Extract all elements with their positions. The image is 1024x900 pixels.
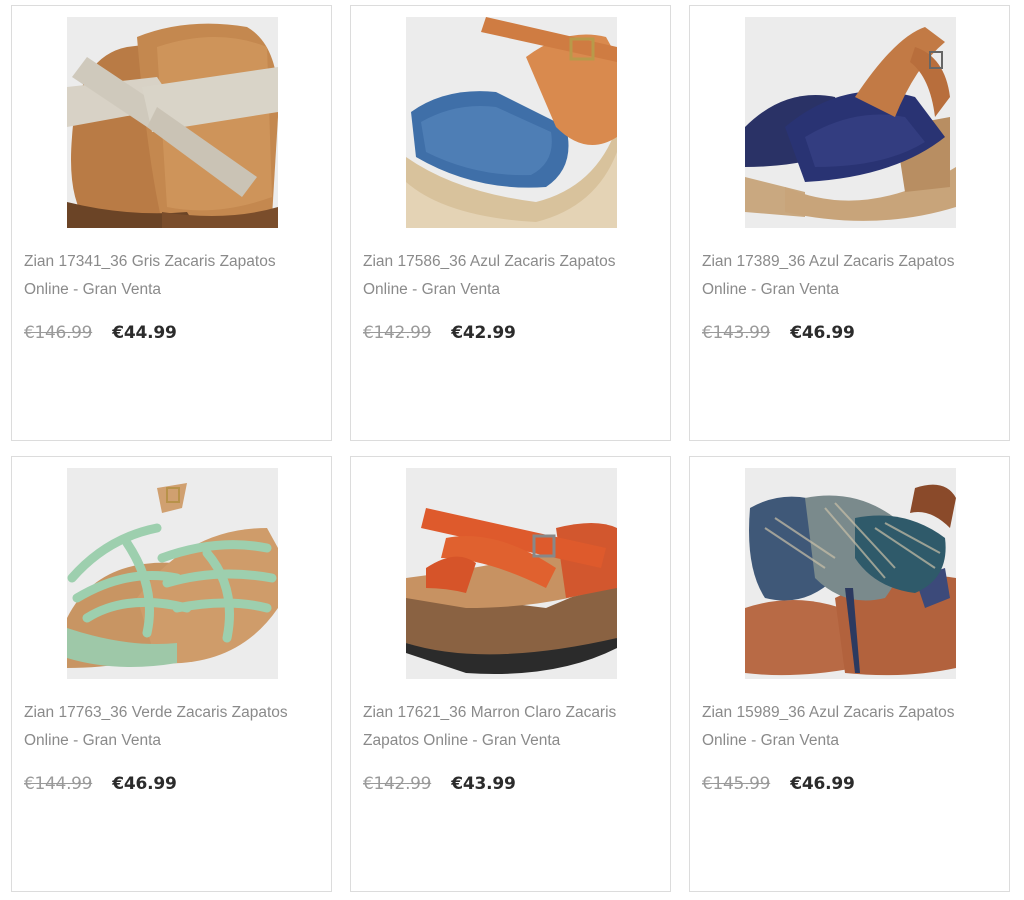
product-card[interactable]: Zian 15989_36 Azul Zacaris Zapatos Onlin… xyxy=(689,456,1010,892)
price-block: €144.99 €46.99 xyxy=(24,774,177,794)
price-block: €145.99 €46.99 xyxy=(702,774,855,794)
price-block: €143.99 €46.99 xyxy=(702,323,855,343)
product-title[interactable]: Zian 17389_36 Azul Zacaris Zapatos Onlin… xyxy=(702,248,1002,304)
product-title[interactable]: Zian 17586_36 Azul Zacaris Zapatos Onlin… xyxy=(363,248,663,304)
old-price: €144.99 xyxy=(24,774,93,794)
product-title-link[interactable]: Zian 17341_36 Gris Zacaris Zapatos Onlin… xyxy=(24,253,276,298)
product-title-link[interactable]: Zian 17586_36 Azul Zacaris Zapatos Onlin… xyxy=(363,253,615,298)
product-title-link[interactable]: Zian 17763_36 Verde Zacaris Zapatos Onli… xyxy=(24,704,288,749)
sandal-green-woven-image[interactable] xyxy=(67,468,278,679)
product-card[interactable]: Zian 17621_36 Marron Claro Zacaris Zapat… xyxy=(350,456,671,892)
old-price: €146.99 xyxy=(24,323,93,343)
product-title[interactable]: Zian 17621_36 Marron Claro Zacaris Zapat… xyxy=(363,699,663,755)
price-block: €142.99 €42.99 xyxy=(363,323,516,343)
sandal-feather-thong-image[interactable] xyxy=(745,468,956,679)
sandal-beige-straps-image[interactable] xyxy=(67,17,278,228)
espadrille-denim-wedge-image[interactable] xyxy=(406,17,617,228)
old-price: €142.99 xyxy=(363,774,432,794)
old-price: €145.99 xyxy=(702,774,771,794)
old-price: €142.99 xyxy=(363,323,432,343)
sale-price: €43.99 xyxy=(451,774,516,794)
price-block: €142.99 €43.99 xyxy=(363,774,516,794)
price-block: €146.99 €44.99 xyxy=(24,323,177,343)
sale-price: €46.99 xyxy=(790,323,855,343)
product-card[interactable]: Zian 17763_36 Verde Zacaris Zapatos Onli… xyxy=(11,456,332,892)
product-card[interactable]: Zian 17341_36 Gris Zacaris Zapatos Onlin… xyxy=(11,5,332,441)
product-title-link[interactable]: Zian 17621_36 Marron Claro Zacaris Zapat… xyxy=(363,704,616,749)
sandal-orange-cork-wedge-image[interactable] xyxy=(406,468,617,679)
product-card[interactable]: Zian 17586_36 Azul Zacaris Zapatos Onlin… xyxy=(350,5,671,441)
sandal-navy-heel-image[interactable] xyxy=(745,17,956,228)
old-price: €143.99 xyxy=(702,323,771,343)
sale-price: €46.99 xyxy=(790,774,855,794)
product-card[interactable]: Zian 17389_36 Azul Zacaris Zapatos Onlin… xyxy=(689,5,1010,441)
product-title[interactable]: Zian 15989_36 Azul Zacaris Zapatos Onlin… xyxy=(702,699,1002,755)
product-title[interactable]: Zian 17341_36 Gris Zacaris Zapatos Onlin… xyxy=(24,248,324,304)
sale-price: €42.99 xyxy=(451,323,516,343)
product-title[interactable]: Zian 17763_36 Verde Zacaris Zapatos Onli… xyxy=(24,699,324,755)
product-title-link[interactable]: Zian 15989_36 Azul Zacaris Zapatos Onlin… xyxy=(702,704,954,749)
product-grid: Zian 17341_36 Gris Zacaris Zapatos Onlin… xyxy=(0,0,1024,900)
sale-price: €46.99 xyxy=(112,774,177,794)
product-title-link[interactable]: Zian 17389_36 Azul Zacaris Zapatos Onlin… xyxy=(702,253,954,298)
sale-price: €44.99 xyxy=(112,323,177,343)
